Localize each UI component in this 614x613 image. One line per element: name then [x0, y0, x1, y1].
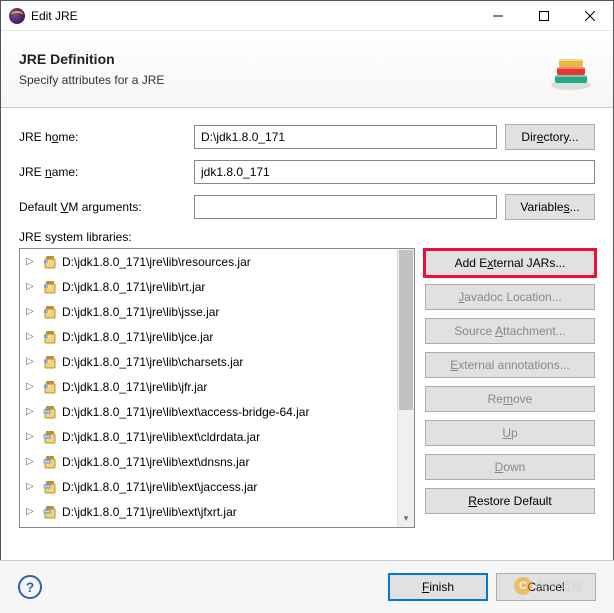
tree-item-label: D:\jdk1.8.0_171\jre\lib\jfr.jar [62, 380, 207, 394]
default-vm-input[interactable] [194, 195, 497, 219]
svg-text:010: 010 [46, 334, 51, 338]
up-button[interactable]: Up [425, 420, 595, 446]
window-controls [475, 1, 613, 31]
system-libraries-label: JRE system libraries: [19, 230, 595, 244]
default-vm-label: Default VM arguments: [19, 200, 194, 214]
finish-button[interactable]: Finish [388, 573, 488, 601]
expand-icon[interactable]: ▷ [26, 506, 38, 517]
header-subtitle: Specify attributes for a JRE [19, 73, 547, 87]
expand-icon[interactable]: ▷ [26, 306, 38, 317]
tree-item[interactable]: ▷ 010 D:\jdk1.8.0_171\jre\lib\rt.jar [20, 274, 397, 299]
tree-item-label: D:\jdk1.8.0_171\jre\lib\jce.jar [62, 330, 213, 344]
scrollbar-thumb[interactable] [399, 250, 413, 410]
tree-item[interactable]: ▷ 010 D:\jdk1.8.0_171\jre\lib\jfr.jar [20, 374, 397, 399]
tree-item-label: D:\jdk1.8.0_171\jre\lib\ext\dnsns.jar [62, 455, 249, 469]
svg-text:010: 010 [46, 259, 51, 263]
tree-item-label: D:\jdk1.8.0_171\jre\lib\rt.jar [62, 280, 205, 294]
tree-item-label: D:\jdk1.8.0_171\jre\lib\jsse.jar [62, 305, 219, 319]
maximize-button[interactable] [521, 1, 567, 31]
tree-item[interactable]: ▷ 010 D:\jdk1.8.0_171\jre\lib\ext\cldrdata… [20, 424, 397, 449]
minimize-button[interactable] [475, 1, 521, 31]
library-books-icon [547, 45, 595, 93]
system-libraries-tree[interactable]: ▷ 010 D:\jdk1.8.0_171\jre\lib\resources.ja… [19, 248, 415, 528]
directory-button[interactable]: Directory... [505, 124, 595, 150]
expand-icon[interactable]: ▷ [26, 281, 38, 292]
add-external-jars-button[interactable]: Add External JARs... [425, 250, 595, 276]
svg-text:010: 010 [46, 384, 51, 388]
expand-icon[interactable]: ▷ [26, 256, 38, 267]
eclipse-icon [9, 8, 25, 24]
tree-item-label: D:\jdk1.8.0_171\jre\lib\charsets.jar [62, 355, 243, 369]
jre-home-input[interactable] [194, 125, 497, 149]
expand-icon[interactable]: ▷ [26, 456, 38, 467]
dialog-footer: ? Finish Cancel C创新互联 [0, 560, 614, 613]
tree-item-label: D:\jdk1.8.0_171\jre\lib\ext\cldrdata.jar [62, 430, 260, 444]
tree-item[interactable]: ▷ 010 D:\jdk1.8.0_171\jre\lib\ext\access-b… [20, 399, 397, 424]
tree-item[interactable]: ▷010D:\jdk1.8.0_171\jre\lib\ext\localeda… [20, 524, 397, 527]
jar-icon: 010 [42, 379, 58, 395]
svg-text:010: 010 [45, 409, 50, 413]
tree-item[interactable]: ▷ 010 D:\jdk1.8.0_171\jre\lib\charsets.jar [20, 349, 397, 374]
javadoc-location-button[interactable]: Javadoc Location... [425, 284, 595, 310]
jar-icon: 010 [42, 504, 58, 520]
down-button[interactable]: Down [425, 454, 595, 480]
header-title: JRE Definition [19, 51, 547, 67]
jar-icon: 010 [42, 279, 58, 295]
svg-text:010: 010 [45, 509, 50, 513]
svg-text:010: 010 [46, 359, 51, 363]
tree-item[interactable]: ▷ 010 D:\jdk1.8.0_171\jre\lib\resources.ja… [20, 249, 397, 274]
expand-icon[interactable]: ▷ [26, 381, 38, 392]
jar-icon: 010 [42, 254, 58, 270]
tree-scrollbar[interactable]: ▾ [397, 249, 414, 527]
jar-icon: 010 [42, 354, 58, 370]
tree-item[interactable]: ▷ 010 D:\jdk1.8.0_171\jre\lib\jce.jar [20, 324, 397, 349]
jar-icon: 010 [42, 454, 58, 470]
tree-item[interactable]: ▷ 010 D:\jdk1.8.0_171\jre\lib\ext\jfxrt.ja… [20, 499, 397, 524]
svg-text:010: 010 [45, 484, 50, 488]
svg-text:010: 010 [45, 459, 50, 463]
expand-icon[interactable]: ▷ [26, 356, 38, 367]
jre-home-label: JRE home: [19, 130, 194, 144]
svg-text:010: 010 [46, 284, 51, 288]
jar-icon: 010 [42, 304, 58, 320]
expand-icon[interactable]: ▷ [26, 481, 38, 492]
window-title: Edit JRE [31, 9, 475, 23]
tree-item[interactable]: ▷ 010 D:\jdk1.8.0_171\jre\lib\ext\dnsns.ja… [20, 449, 397, 474]
remove-button[interactable]: Remove [425, 386, 595, 412]
jar-icon: 010 [42, 429, 58, 445]
svg-text:010: 010 [46, 309, 51, 313]
jre-name-label: JRE name: [19, 165, 194, 179]
variables-button[interactable]: Variables... [505, 194, 595, 220]
tree-item[interactable]: ▷ 010 D:\jdk1.8.0_171\jre\lib\ext\jaccess.… [20, 474, 397, 499]
tree-item[interactable]: ▷ 010 D:\jdk1.8.0_171\jre\lib\jsse.jar [20, 299, 397, 324]
help-icon[interactable]: ? [18, 575, 42, 599]
source-attachment-button[interactable]: Source Attachment... [425, 318, 595, 344]
expand-icon[interactable]: ▷ [26, 431, 38, 442]
jar-icon: 010 [42, 479, 58, 495]
cancel-button[interactable]: Cancel [496, 573, 596, 601]
jar-icon: 010 [42, 329, 58, 345]
expand-icon[interactable]: ▷ [26, 331, 38, 342]
titlebar: Edit JRE [1, 1, 613, 31]
dialog-header: JRE Definition Specify attributes for a … [1, 31, 613, 108]
tree-item-label: D:\jdk1.8.0_171\jre\lib\ext\access-bridg… [62, 405, 309, 419]
jre-name-input[interactable] [194, 160, 595, 184]
restore-default-button[interactable]: Restore Default [425, 488, 595, 514]
close-button[interactable] [567, 1, 613, 31]
tree-item-label: D:\jdk1.8.0_171\jre\lib\resources.jar [62, 255, 251, 269]
tree-item-label: D:\jdk1.8.0_171\jre\lib\ext\jaccess.jar [62, 480, 257, 494]
svg-text:010: 010 [45, 434, 50, 438]
jar-icon: 010 [42, 404, 58, 420]
external-annotations-button[interactable]: External annotations... [425, 352, 595, 378]
expand-icon[interactable]: ▷ [26, 406, 38, 417]
scroll-down-icon[interactable]: ▾ [398, 510, 414, 527]
tree-item-label: D:\jdk1.8.0_171\jre\lib\ext\jfxrt.jar [62, 505, 237, 519]
form-area: JRE home: Directory... JRE name: Default… [1, 108, 613, 536]
